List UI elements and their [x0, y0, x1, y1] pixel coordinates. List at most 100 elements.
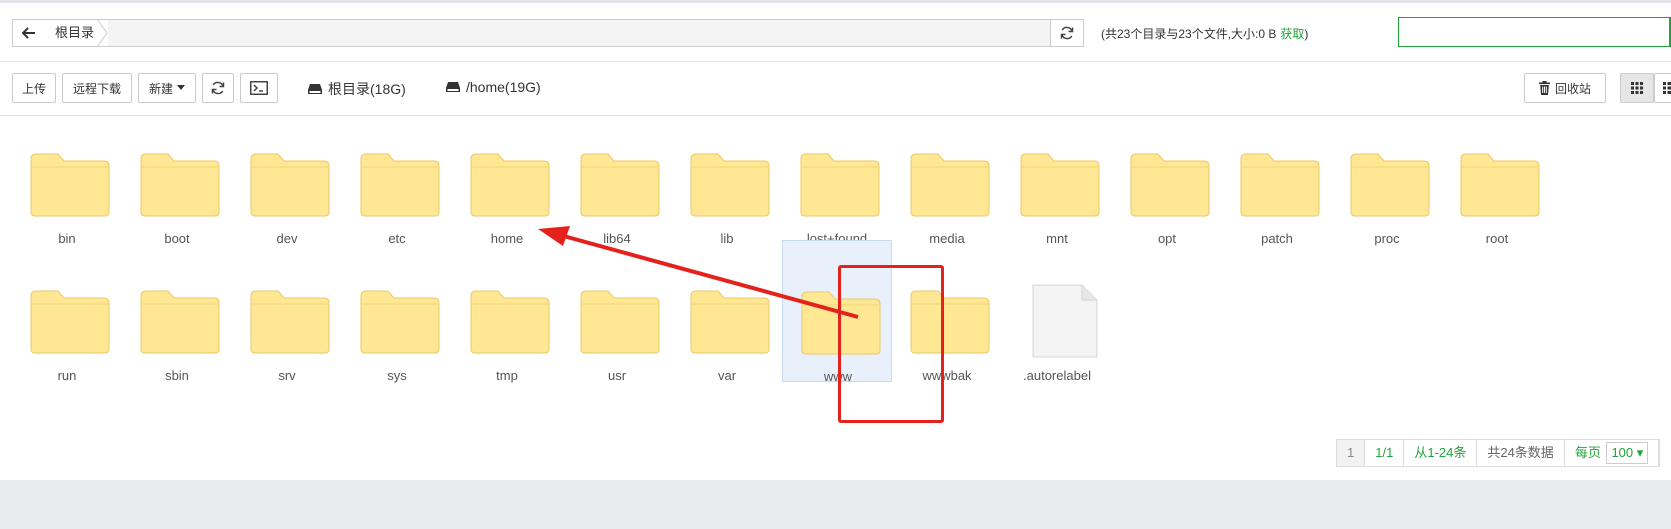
folder-item[interactable]: boot	[122, 115, 232, 245]
hard-drive-icon	[308, 83, 322, 95]
folder-item[interactable]: tmp	[452, 252, 562, 382]
refresh-icon	[1060, 26, 1074, 40]
terminal-icon	[250, 81, 268, 95]
folder-icon	[1350, 153, 1430, 217]
item-name: proc	[1332, 231, 1442, 246]
folder-item[interactable]: run	[12, 252, 122, 382]
folder-icon	[800, 153, 880, 217]
folder-icon	[140, 153, 220, 217]
hard-drive-icon	[446, 81, 460, 93]
grid-view-button[interactable]	[1620, 73, 1654, 103]
folder-icon	[30, 153, 110, 217]
list-view-button[interactable]	[1654, 73, 1671, 103]
summary-close: )	[1304, 27, 1308, 41]
annotation-highlight-box	[838, 265, 944, 423]
recycle-label: 回收站	[1555, 80, 1591, 97]
disk-home[interactable]: /home(19G)	[446, 79, 541, 95]
pagination: 1 1/1 从1-24条 共24条数据 每页 100 ▾	[1336, 439, 1660, 467]
item-name: home	[452, 231, 562, 246]
item-name: var	[672, 368, 782, 383]
item-name: .autorelabel	[1002, 368, 1112, 383]
folder-item[interactable]: proc	[1332, 115, 1442, 245]
divider	[0, 61, 1671, 62]
folder-item[interactable]: lib	[672, 115, 782, 245]
recycle-bin-button[interactable]: 回收站	[1524, 73, 1606, 103]
folder-item[interactable]: lib64	[562, 115, 672, 245]
path-bar: 根目录	[12, 19, 1084, 47]
folder-item[interactable]: opt	[1112, 115, 1222, 245]
folder-item[interactable]: lost+found	[782, 115, 892, 245]
summary-text: (共23个目录与23个文件,大小:0 B	[1101, 27, 1276, 41]
arrow-left-icon	[22, 27, 36, 39]
folder-item[interactable]: media	[892, 115, 1002, 245]
folder-icon	[910, 153, 990, 217]
item-name: sbin	[122, 368, 232, 383]
folder-item[interactable]: var	[672, 252, 782, 382]
item-name: usr	[562, 368, 672, 383]
folder-item[interactable]: mnt	[1002, 115, 1112, 245]
per-page-select[interactable]: 100 ▾	[1606, 442, 1648, 464]
item-name: lib	[672, 231, 782, 246]
folder-item[interactable]: etc	[342, 115, 452, 245]
breadcrumb-label: 根目录	[55, 25, 94, 40]
back-button[interactable]	[13, 20, 46, 46]
item-name: bin	[12, 231, 122, 246]
refresh-icon	[211, 81, 225, 95]
folder-item[interactable]: bin	[12, 115, 122, 245]
upload-button[interactable]: 上传	[12, 73, 56, 103]
item-name: dev	[232, 231, 342, 246]
folder-icon	[1020, 153, 1100, 217]
folder-icon	[580, 290, 660, 354]
page-total: 共24条数据	[1477, 440, 1564, 466]
folder-icon	[1240, 153, 1320, 217]
item-name: mnt	[1002, 231, 1112, 246]
folder-item[interactable]: sbin	[122, 252, 232, 382]
remote-download-button[interactable]: 远程下载	[62, 73, 132, 103]
search-input[interactable]	[1398, 17, 1671, 47]
terminal-button[interactable]	[240, 73, 278, 103]
page-current[interactable]: 1	[1337, 440, 1365, 466]
per-page-label: 每页	[1575, 445, 1601, 460]
folder-icon	[360, 290, 440, 354]
file-item[interactable]: .autorelabel	[1002, 252, 1112, 382]
folder-icon	[690, 153, 770, 217]
breadcrumb-separator	[97, 19, 109, 47]
page-range: 从1-24条	[1404, 440, 1477, 466]
item-name: lib64	[562, 231, 672, 246]
page-count: 1/1	[1365, 440, 1404, 466]
file-manager-panel: 根目录 (共23个目录与23个文件,大小:0 B 获取) 上传 远程下载 新建	[0, 0, 1671, 480]
folder-icon	[250, 290, 330, 354]
folder-item[interactable]: srv	[232, 252, 342, 382]
folder-icon	[250, 153, 330, 217]
refresh-button[interactable]	[202, 73, 234, 103]
folder-icon	[30, 290, 110, 354]
item-name: boot	[122, 231, 232, 246]
disk-root[interactable]: 根目录(18G)	[308, 79, 406, 99]
list-icon	[1663, 82, 1671, 94]
folder-icon	[470, 153, 550, 217]
folder-item[interactable]: sys	[342, 252, 452, 382]
fetch-size-link[interactable]: 获取	[1280, 27, 1304, 41]
remote-download-label: 远程下载	[73, 80, 121, 97]
folder-item[interactable]: home	[452, 115, 562, 245]
item-name: sys	[342, 368, 452, 383]
folder-item[interactable]: usr	[562, 252, 672, 382]
folder-item[interactable]: root	[1442, 115, 1552, 245]
folder-icon	[690, 290, 770, 354]
folder-item[interactable]: dev	[232, 115, 342, 245]
trash-icon	[1539, 81, 1550, 95]
item-name: tmp	[452, 368, 562, 383]
item-name: etc	[342, 231, 452, 246]
disk-home-label: /home(19G)	[466, 79, 541, 95]
file-icon	[1032, 284, 1098, 358]
item-name: media	[892, 231, 1002, 246]
folder-icon	[140, 290, 220, 354]
caret-down-icon	[177, 85, 185, 91]
path-refresh-button[interactable]	[1050, 20, 1083, 46]
folder-item[interactable]: patch	[1222, 115, 1332, 245]
folder-icon	[1460, 153, 1540, 217]
directory-summary: (共23个目录与23个文件,大小:0 B 获取)	[1101, 25, 1308, 42]
folder-icon	[470, 290, 550, 354]
new-dropdown-button[interactable]: 新建	[138, 73, 196, 103]
grid-icon	[1631, 82, 1643, 94]
